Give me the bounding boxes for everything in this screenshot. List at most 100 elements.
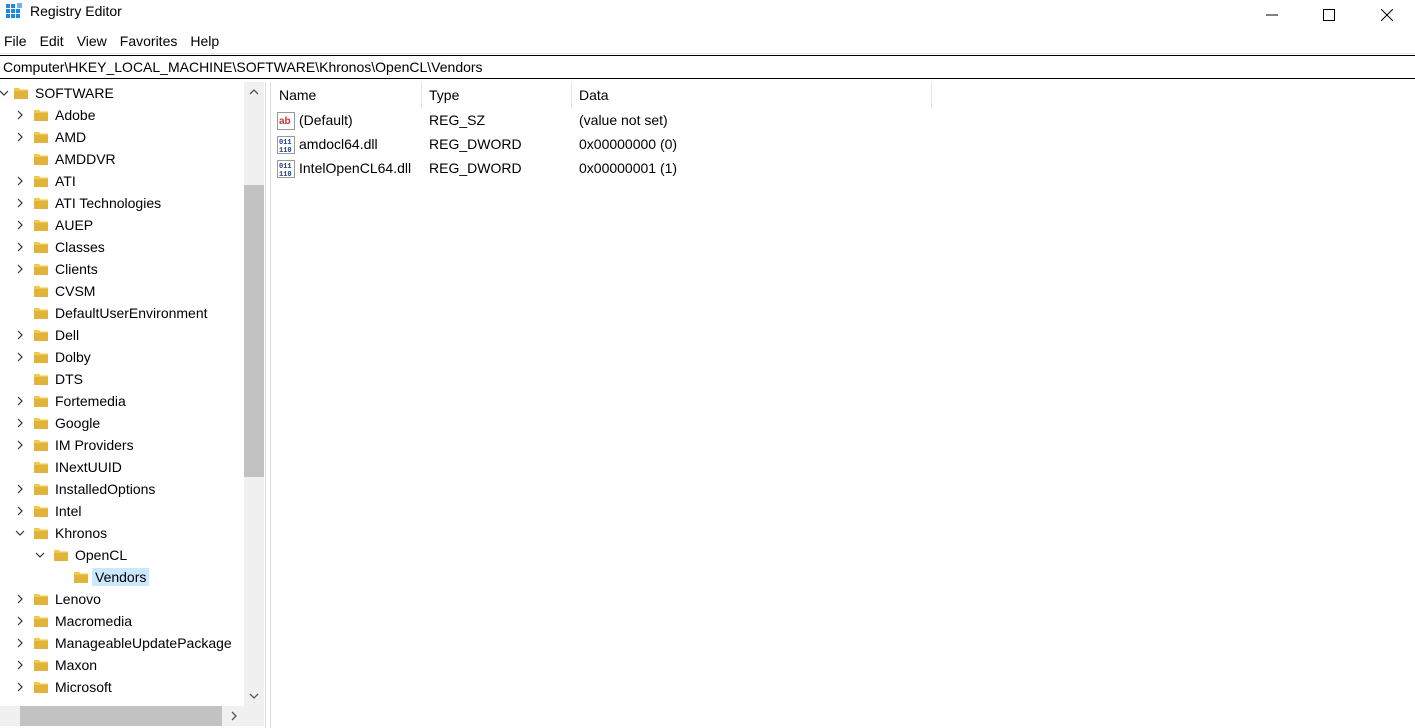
- scroll-right-button[interactable]: [224, 706, 244, 726]
- value-data: 0x00000001 (1): [579, 160, 678, 176]
- title-bar: Registry Editor: [0, 0, 1415, 29]
- tree-item[interactable]: Macromedia: [0, 610, 244, 632]
- chevron-right-icon[interactable]: [15, 682, 25, 692]
- tree-item[interactable]: DTS: [0, 368, 244, 390]
- tree-item[interactable]: IM Providers: [0, 434, 244, 456]
- tree-item[interactable]: AUEP: [0, 214, 244, 236]
- tree-item-label: Dell: [55, 327, 80, 343]
- window-title: Registry Editor: [30, 3, 122, 19]
- column-header-type[interactable]: Type: [422, 82, 572, 108]
- tree-item[interactable]: DefaultUserEnvironment: [0, 302, 244, 324]
- chevron-right-icon[interactable]: [15, 506, 25, 516]
- folder-icon: [34, 154, 48, 165]
- menu-edit[interactable]: Edit: [36, 29, 71, 53]
- chevron-right-icon[interactable]: [15, 418, 25, 428]
- chevron-right-icon[interactable]: [15, 176, 25, 186]
- tree-item[interactable]: ATI: [0, 170, 244, 192]
- value-name: IntelOpenCL64.dll: [299, 160, 412, 176]
- value-row[interactable]: 011 110 IntelOpenCL64.dll REG_DWORD 0x00…: [272, 156, 1415, 180]
- menu-favorites[interactable]: Favorites: [116, 29, 185, 53]
- chevron-right-icon[interactable]: [15, 264, 25, 274]
- svg-text:ab: ab: [279, 116, 291, 127]
- chevron-down-icon[interactable]: [35, 550, 45, 560]
- chevron-down-icon[interactable]: [15, 528, 25, 538]
- pane-splitter[interactable]: [265, 82, 271, 728]
- scroll-up-button[interactable]: [244, 82, 264, 102]
- tree-item[interactable]: Intel: [0, 500, 244, 522]
- folder-icon: [34, 132, 48, 143]
- chevron-right-icon[interactable]: [15, 132, 25, 142]
- chevron-right-icon[interactable]: [15, 220, 25, 230]
- chevron-right-icon[interactable]: [15, 660, 25, 670]
- tree-item[interactable]: OpenCL: [0, 544, 244, 566]
- column-header-data[interactable]: Data: [572, 82, 932, 108]
- tree-item-label: Fortemedia: [55, 393, 126, 409]
- tree-item-label: Maxon: [55, 657, 98, 673]
- tree-item[interactable]: Clients: [0, 258, 244, 280]
- chevron-right-icon[interactable]: [15, 198, 25, 208]
- tree-item-root[interactable]: SOFTWARE: [0, 82, 244, 104]
- tree-item[interactable]: CVSM: [0, 280, 244, 302]
- tree-item[interactable]: Dell: [0, 324, 244, 346]
- menu-view[interactable]: View: [73, 29, 114, 53]
- tree-item-label: AMDDVR: [55, 151, 116, 167]
- scroll-thumb[interactable]: [20, 706, 222, 726]
- tree-horizontal-scrollbar[interactable]: [0, 706, 244, 726]
- chevron-right-icon[interactable]: [15, 110, 25, 120]
- scroll-thumb[interactable]: [244, 185, 264, 477]
- chevron-right-icon[interactable]: [15, 484, 25, 494]
- chevron-right-icon[interactable]: [15, 594, 25, 604]
- tree-item[interactable]: INextUUID: [0, 456, 244, 478]
- folder-icon: [34, 682, 48, 693]
- value-name: amdocl64.dll: [299, 136, 378, 152]
- tree-item[interactable]: Fortemedia: [0, 390, 244, 412]
- column-header-name[interactable]: Name: [272, 82, 422, 108]
- chevron-right-icon[interactable]: [15, 330, 25, 340]
- svg-text:011: 011: [279, 139, 292, 147]
- folder-icon: [34, 660, 48, 671]
- menu-help[interactable]: Help: [186, 29, 226, 53]
- tree-item-label: Khronos: [55, 525, 108, 541]
- folder-icon: [34, 418, 48, 429]
- menu-bar: File Edit View Favorites Help: [0, 29, 1415, 54]
- tree-item[interactable]: Microsoft: [0, 676, 244, 698]
- tree-item[interactable]: Google: [0, 412, 244, 434]
- folder-icon: [34, 506, 48, 517]
- tree-item[interactable]: Lenovo: [0, 588, 244, 610]
- menu-file[interactable]: File: [0, 29, 34, 53]
- folder-icon: [34, 528, 48, 539]
- chevron-right-icon[interactable]: [15, 352, 25, 362]
- tree-item-label: ATI Technologies: [55, 195, 162, 211]
- tree-item-label: Intel: [55, 503, 82, 519]
- value-row[interactable]: ab (Default) REG_SZ (value not set): [272, 108, 1415, 132]
- tree-item[interactable]: AMDDVR: [0, 148, 244, 170]
- chevron-right-icon[interactable]: [15, 242, 25, 252]
- binary-value-icon: 011 110: [277, 160, 295, 178]
- tree-item[interactable]: AMD: [0, 126, 244, 148]
- chevron-right-icon[interactable]: [15, 638, 25, 648]
- tree-item-label: DTS: [55, 371, 83, 387]
- chevron-right-icon: [231, 711, 237, 721]
- tree-item[interactable]: ManageableUpdatePackage: [0, 632, 244, 654]
- chevron-right-icon[interactable]: [15, 396, 25, 406]
- value-row[interactable]: 011 110 amdocl64.dll REG_DWORD 0x0000000…: [272, 132, 1415, 156]
- tree-item[interactable]: Vendors: [0, 566, 244, 588]
- chevron-down-icon[interactable]: [0, 88, 9, 98]
- address-bar[interactable]: Computer\HKEY_LOCAL_MACHINE\SOFTWARE\Khr…: [0, 55, 1415, 79]
- tree-item[interactable]: Maxon: [0, 654, 244, 676]
- tree-vertical-scrollbar[interactable]: [244, 82, 264, 706]
- tree-item[interactable]: InstalledOptions: [0, 478, 244, 500]
- minimize-button[interactable]: [1243, 0, 1301, 29]
- tree-item[interactable]: Dolby: [0, 346, 244, 368]
- tree-item[interactable]: Classes: [0, 236, 244, 258]
- maximize-button[interactable]: [1300, 0, 1358, 29]
- tree-item[interactable]: Khronos: [0, 522, 244, 544]
- tree-item[interactable]: Adobe: [0, 104, 244, 126]
- tree-item[interactable]: ATI Technologies: [0, 192, 244, 214]
- close-button[interactable]: [1358, 0, 1415, 29]
- chevron-right-icon[interactable]: [15, 440, 25, 450]
- scroll-down-button[interactable]: [244, 686, 264, 706]
- folder-icon: [34, 484, 48, 495]
- tree-item-label: CVSM: [55, 283, 96, 299]
- chevron-right-icon[interactable]: [15, 616, 25, 626]
